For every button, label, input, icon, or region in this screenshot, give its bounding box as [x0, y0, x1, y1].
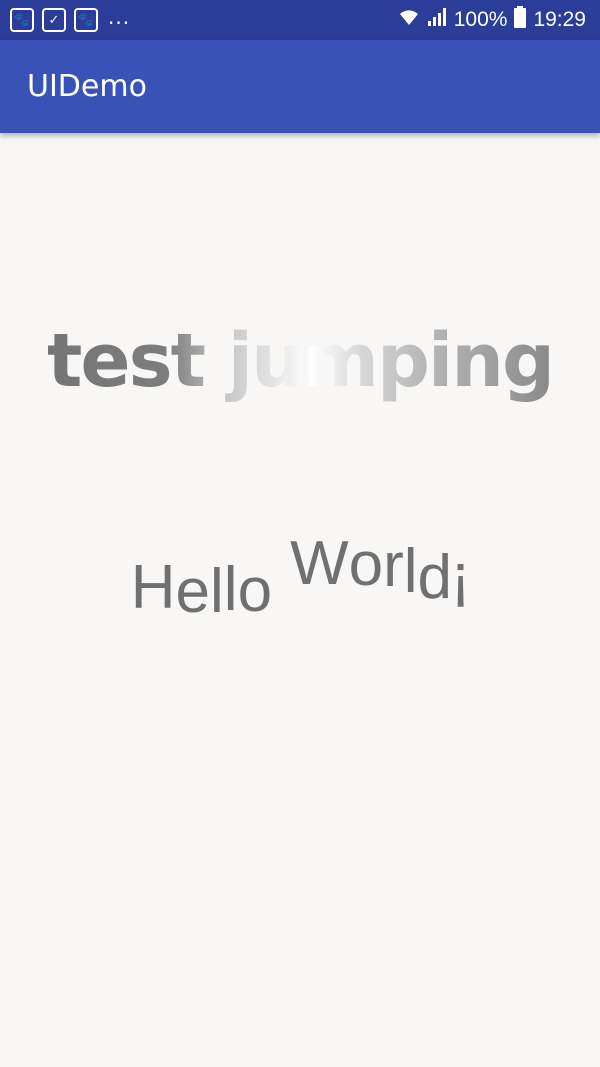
clock: 19:29	[533, 8, 586, 31]
battery-percent: 100%	[453, 8, 508, 31]
hello-letter: !	[452, 550, 470, 619]
hello-letter: r	[383, 531, 404, 600]
hello-letter: H	[130, 553, 176, 622]
app-bar: UIDemo	[0, 40, 600, 133]
hello-letter: o	[237, 556, 273, 625]
more-notifications-indicator: ...	[108, 5, 131, 29]
shimmer-text: test jumping	[0, 318, 600, 404]
notification-area: 🐾 ✓ 🐾 ...	[10, 5, 131, 32]
baidu-paw-icon: 🐾	[74, 8, 98, 32]
hello-letter: W	[290, 529, 349, 598]
hello-letter: d	[417, 543, 452, 612]
hello-letter: l	[403, 537, 418, 606]
hello-letter: l	[223, 555, 238, 624]
signal-icon	[426, 6, 448, 34]
hello-letter: o	[348, 530, 384, 599]
status-bar: 🐾 ✓ 🐾 ... 100% 19:29	[0, 0, 600, 40]
app-title: UIDemo	[27, 69, 147, 104]
checklist-icon: ✓	[42, 8, 66, 32]
battery-icon	[513, 6, 527, 34]
baidu-paw-icon: 🐾	[10, 8, 34, 32]
system-status-area: 100% 19:29	[398, 6, 586, 34]
hello-world-text: H e l l o W o r l d !	[0, 529, 600, 626]
wifi-icon	[398, 6, 420, 34]
hello-letter: l	[210, 557, 224, 626]
hello-letter: e	[175, 557, 211, 626]
